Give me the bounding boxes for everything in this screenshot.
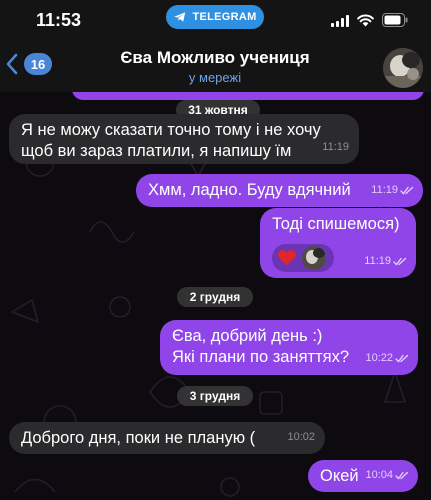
message-bubble-partial[interactable] [72,92,424,100]
message-meta: 11:19 [371,180,414,201]
date-separator: 2 грудня [177,287,253,307]
status-bar: 11:53 TELEGRAM [0,0,431,42]
contact-avatar[interactable] [383,48,423,88]
message-outgoing[interactable]: Єва, добрий день :) Які плани по заняття… [160,320,418,375]
telegram-pill[interactable]: TELEGRAM [166,5,264,29]
message-time: 10:02 [287,431,315,443]
message-text-line: Я не можу сказати точно тому і не хочу [21,121,321,139]
message-text-line: Хмм, ладно. Буду вдячний [148,181,351,199]
heart-reaction-icon [278,250,296,265]
message-outgoing-with-reaction[interactable]: Тоді спишемося) 11:19 [260,208,416,278]
message-meta: 10:22 [365,348,409,369]
wifi-icon [357,14,374,27]
message-text-line: Доброго дня, поки не планую ( [21,429,256,447]
avatar-photo [383,48,423,88]
telegram-icon [174,12,186,22]
online-status: у мережі [188,70,242,85]
unread-count-badge: 16 [24,53,52,75]
message-incoming[interactable]: Я не можу сказати точно тому і не хочу щ… [9,114,359,164]
message-outgoing[interactable]: Окей 10:04 [308,460,418,492]
read-checks-icon [400,186,414,195]
message-incoming[interactable]: Доброго дня, поки не планую ( 10:02 [9,422,325,454]
read-checks-icon [395,471,409,480]
message-outgoing[interactable]: Хмм, ладно. Буду вдячний 11:19 [136,174,423,207]
message-text-line: щоб ви зараз платили, я напишу їм [21,142,292,160]
message-text-line: Єва, добрий день :) [172,327,323,345]
chat-title[interactable]: Єва Можливо учениця [60,48,370,68]
message-meta: 10:04 [365,465,409,486]
message-time: 11:19 [322,141,349,153]
date-separator: 3 грудня [177,386,253,406]
telegram-pill-label: TELEGRAM [192,11,257,23]
read-checks-icon [393,257,407,266]
chevron-left-icon [6,53,18,75]
message-text-line: Тоді спишемося) [272,215,400,233]
message-text-line: Окей [320,467,359,485]
message-time: 10:22 [365,352,393,364]
message-meta: 11:19 [364,251,407,272]
signal-icon [331,15,349,27]
message-time: 11:19 [364,255,391,267]
reactor-avatar [302,246,326,270]
status-time: 11:53 [36,10,82,30]
back-button[interactable]: 16 [6,50,52,78]
message-time: 11:19 [371,184,398,196]
message-time: 10:04 [365,469,393,481]
reaction-pill[interactable] [272,244,334,272]
battery-icon [382,13,408,27]
read-checks-icon [395,354,409,363]
chat-header: 16 Єва Можливо учениця у мережі [0,42,431,92]
chat-area[interactable]: 31 жовтня Я не можу сказати точно тому і… [0,92,431,500]
